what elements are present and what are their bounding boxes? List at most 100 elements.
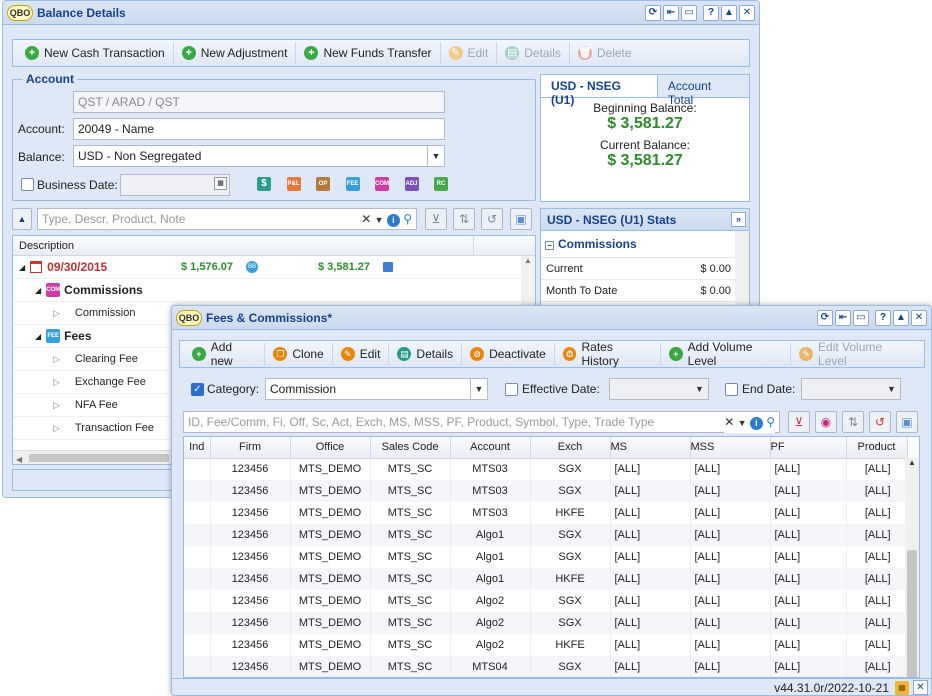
account-input[interactable]: 20049 - Name bbox=[73, 118, 445, 140]
restore-icon[interactable]: ▭ bbox=[681, 4, 697, 21]
pin-icon[interactable]: ⇤ bbox=[663, 4, 679, 21]
close-icon[interactable]: ✕ bbox=[913, 680, 928, 695]
clone-button[interactable]: ❐ Clone bbox=[265, 343, 333, 365]
info-icon[interactable]: i bbox=[749, 417, 763, 430]
scroll-up-icon[interactable]: ▲ bbox=[521, 256, 535, 265]
chevron-down-icon[interactable]: ▼ bbox=[691, 379, 708, 399]
balance-search-input[interactable]: Type, Descr, Product, Note ✕ ▼ i ⚲ bbox=[37, 208, 417, 230]
new-adjustment-button[interactable]: + New Adjustment bbox=[174, 42, 297, 64]
pin-icon[interactable]: ⇤ bbox=[835, 309, 851, 326]
table-row[interactable]: 123456 MTS_DEMO MTS_SC Algo1 SGX [ALL] [ALL] [A… bbox=[184, 546, 908, 568]
sort-icon[interactable]: ⇅ bbox=[842, 411, 864, 433]
clear-icon[interactable]: ✕ bbox=[361, 212, 371, 226]
tab-usd-nseg[interactable]: USD - NSEG (U1) bbox=[541, 75, 658, 107]
new-funds-transfer-button[interactable]: + New Funds Transfer bbox=[296, 42, 441, 64]
balance-select[interactable]: USD - Non Segregated ▼ bbox=[73, 145, 445, 167]
column-header-mss[interactable]: MSS bbox=[690, 437, 771, 459]
clear-filter-icon[interactable]: ⊻ bbox=[788, 411, 810, 433]
refresh-icon[interactable]: ⟳ bbox=[817, 309, 833, 326]
restore-icon[interactable]: ▭ bbox=[853, 309, 869, 326]
collapsed-icon[interactable]: ▷ bbox=[53, 354, 60, 365]
hscroll-thumb[interactable] bbox=[29, 454, 169, 462]
chevron-down-icon[interactable]: ▼ bbox=[738, 418, 747, 428]
close-icon[interactable]: ✕ bbox=[739, 4, 755, 21]
grid-scrollbar[interactable]: ▲ bbox=[905, 458, 919, 677]
edit-button[interactable]: ✎ Edit bbox=[441, 42, 498, 64]
deactivate-button[interactable]: ⊘ Deactivate bbox=[462, 343, 555, 365]
stats-section[interactable]: − Commissions bbox=[541, 231, 749, 258]
collapse-icon[interactable]: ▲ bbox=[721, 4, 737, 21]
chevron-down-icon[interactable]: ▼ bbox=[427, 146, 444, 166]
type-chip-adj-icon[interactable]: ADJ bbox=[404, 177, 419, 191]
details-button[interactable]: ▤ Details bbox=[497, 42, 570, 64]
table-row[interactable]: 123456 MTS_DEMO MTS_SC MTS03 SGX [ALL] [ALL] [A… bbox=[184, 458, 908, 480]
column-header-ind[interactable]: Ind bbox=[184, 437, 211, 459]
type-chip-pl-icon[interactable]: P&L bbox=[286, 177, 301, 191]
column-header-office[interactable]: Office bbox=[290, 437, 371, 459]
type-chip-com-icon[interactable]: COM bbox=[375, 177, 389, 191]
balance-titlebar[interactable]: QBO Balance Details ⟳ ⇤ ▭? ▲ ✕ bbox=[3, 1, 759, 25]
collapsed-icon[interactable]: ▷ bbox=[53, 400, 60, 411]
calendar-icon[interactable]: ▦ bbox=[214, 177, 227, 190]
category-checkbox[interactable]: ✓ bbox=[191, 383, 204, 396]
scroll-up-icon[interactable]: ▲ bbox=[905, 458, 919, 467]
new-cash-transaction-button[interactable]: + New Cash Transaction bbox=[17, 42, 174, 64]
tab-account-total[interactable]: Account Total bbox=[658, 75, 749, 107]
fees-search-input[interactable]: ID, Fee/Comm, Fi, Off, Sc, Act, Exch, MS… bbox=[183, 411, 780, 433]
save-icon[interactable]: ▣ bbox=[510, 208, 532, 230]
expand-right-icon[interactable]: » bbox=[731, 212, 746, 227]
table-row[interactable]: 123456 MTS_DEMO MTS_SC MTS04 SGX [ALL] [ALL] [A… bbox=[184, 656, 908, 677]
help-icon[interactable]: ? bbox=[703, 4, 719, 21]
column-header-pf[interactable]: PF bbox=[770, 437, 847, 459]
table-row[interactable]: 123456 MTS_DEMO MTS_SC MTS03 HKFE [ALL] [ALL][… bbox=[184, 502, 908, 524]
expand-icon[interactable]: ◢ bbox=[35, 286, 41, 295]
save-icon[interactable]: ▣ bbox=[896, 411, 918, 433]
type-chip-rc-icon[interactable]: RC bbox=[434, 177, 448, 191]
type-chip--icon[interactable]: $ bbox=[257, 177, 271, 191]
view-icon[interactable]: ◉ bbox=[815, 411, 837, 433]
column-header-account[interactable]: Account bbox=[450, 437, 531, 459]
clear-filter-icon[interactable]: ⊻ bbox=[425, 208, 447, 230]
table-row[interactable]: 123456 MTS_DEMO MTS_SC MTS03 SGX [ALL] [ALL] [A… bbox=[184, 480, 908, 502]
table-row[interactable]: 123456 MTS_DEMO MTS_SC Algo2 SGX [ALL] [ALL] [A… bbox=[184, 612, 908, 634]
edit-volume-level-button[interactable]: ✎ Edit Volume Level bbox=[791, 340, 920, 368]
reset-icon[interactable]: ↺ bbox=[869, 411, 891, 433]
end-date-select[interactable]: ▼ bbox=[801, 378, 901, 400]
scroll-thumb[interactable] bbox=[907, 550, 917, 677]
clear-icon[interactable]: ✕ bbox=[724, 415, 734, 429]
collapse-up-button[interactable]: ▲ bbox=[12, 208, 32, 230]
table-row[interactable]: 123456 MTS_DEMO MTS_SC Algo2 SGX [ALL] [ALL] [A… bbox=[184, 590, 908, 612]
collapsed-icon[interactable]: ▷ bbox=[53, 308, 60, 319]
collapsed-icon[interactable]: ▷ bbox=[53, 377, 60, 388]
collapsed-icon[interactable]: ▷ bbox=[53, 423, 60, 434]
help-icon[interactable]: ? bbox=[875, 309, 891, 326]
close-icon[interactable]: ✕ bbox=[911, 309, 927, 326]
delete-button[interactable]: 🗑 Delete bbox=[570, 42, 640, 64]
bar-icon[interactable] bbox=[383, 262, 393, 272]
details-button[interactable]: ▤ Details bbox=[389, 343, 463, 365]
effective-date-checkbox[interactable] bbox=[505, 383, 518, 396]
chevron-down-icon[interactable]: ▼ bbox=[883, 379, 900, 399]
search-icon[interactable]: ⚲ bbox=[403, 212, 412, 226]
type-chip-fee-icon[interactable]: FEE bbox=[345, 177, 360, 191]
chevron-down-icon[interactable]: ▼ bbox=[375, 215, 384, 225]
chevron-down-icon[interactable]: ▼ bbox=[470, 379, 487, 399]
scroll-left-icon[interactable]: ◀ bbox=[16, 455, 22, 464]
fees-titlebar[interactable]: QBO Fees & Commissions* ⟳ ⇤ ▭? ▲ ✕ bbox=[172, 306, 931, 330]
type-chip-op-icon[interactable]: OP bbox=[316, 177, 330, 191]
bb-badge-icon[interactable]: BB bbox=[246, 261, 258, 273]
effective-date-select[interactable]: ▼ bbox=[609, 378, 709, 400]
category-select[interactable]: Commission ▼ bbox=[265, 378, 488, 400]
column-header-product[interactable]: Product bbox=[846, 437, 908, 459]
rates-history-button[interactable]: ⏱ Rates History bbox=[555, 340, 661, 368]
table-row[interactable]: 123456 MTS_DEMO MTS_SC Algo2 HKFE [ALL] [ALL][… bbox=[184, 634, 908, 656]
expand-icon[interactable]: ◢ bbox=[19, 263, 25, 272]
add-volume-level-button[interactable]: + Add Volume Level bbox=[661, 340, 792, 368]
column-header-exch[interactable]: Exch bbox=[530, 437, 611, 459]
tree-row-commissions[interactable]: ◢ COM Commissions bbox=[13, 279, 535, 302]
column-header-sales-code[interactable]: Sales Code bbox=[370, 437, 451, 459]
end-date-checkbox[interactable] bbox=[725, 383, 738, 396]
expand-icon[interactable]: ◢ bbox=[35, 332, 41, 341]
column-header-firm[interactable]: Firm bbox=[210, 437, 291, 459]
info-icon[interactable]: i bbox=[386, 214, 400, 227]
